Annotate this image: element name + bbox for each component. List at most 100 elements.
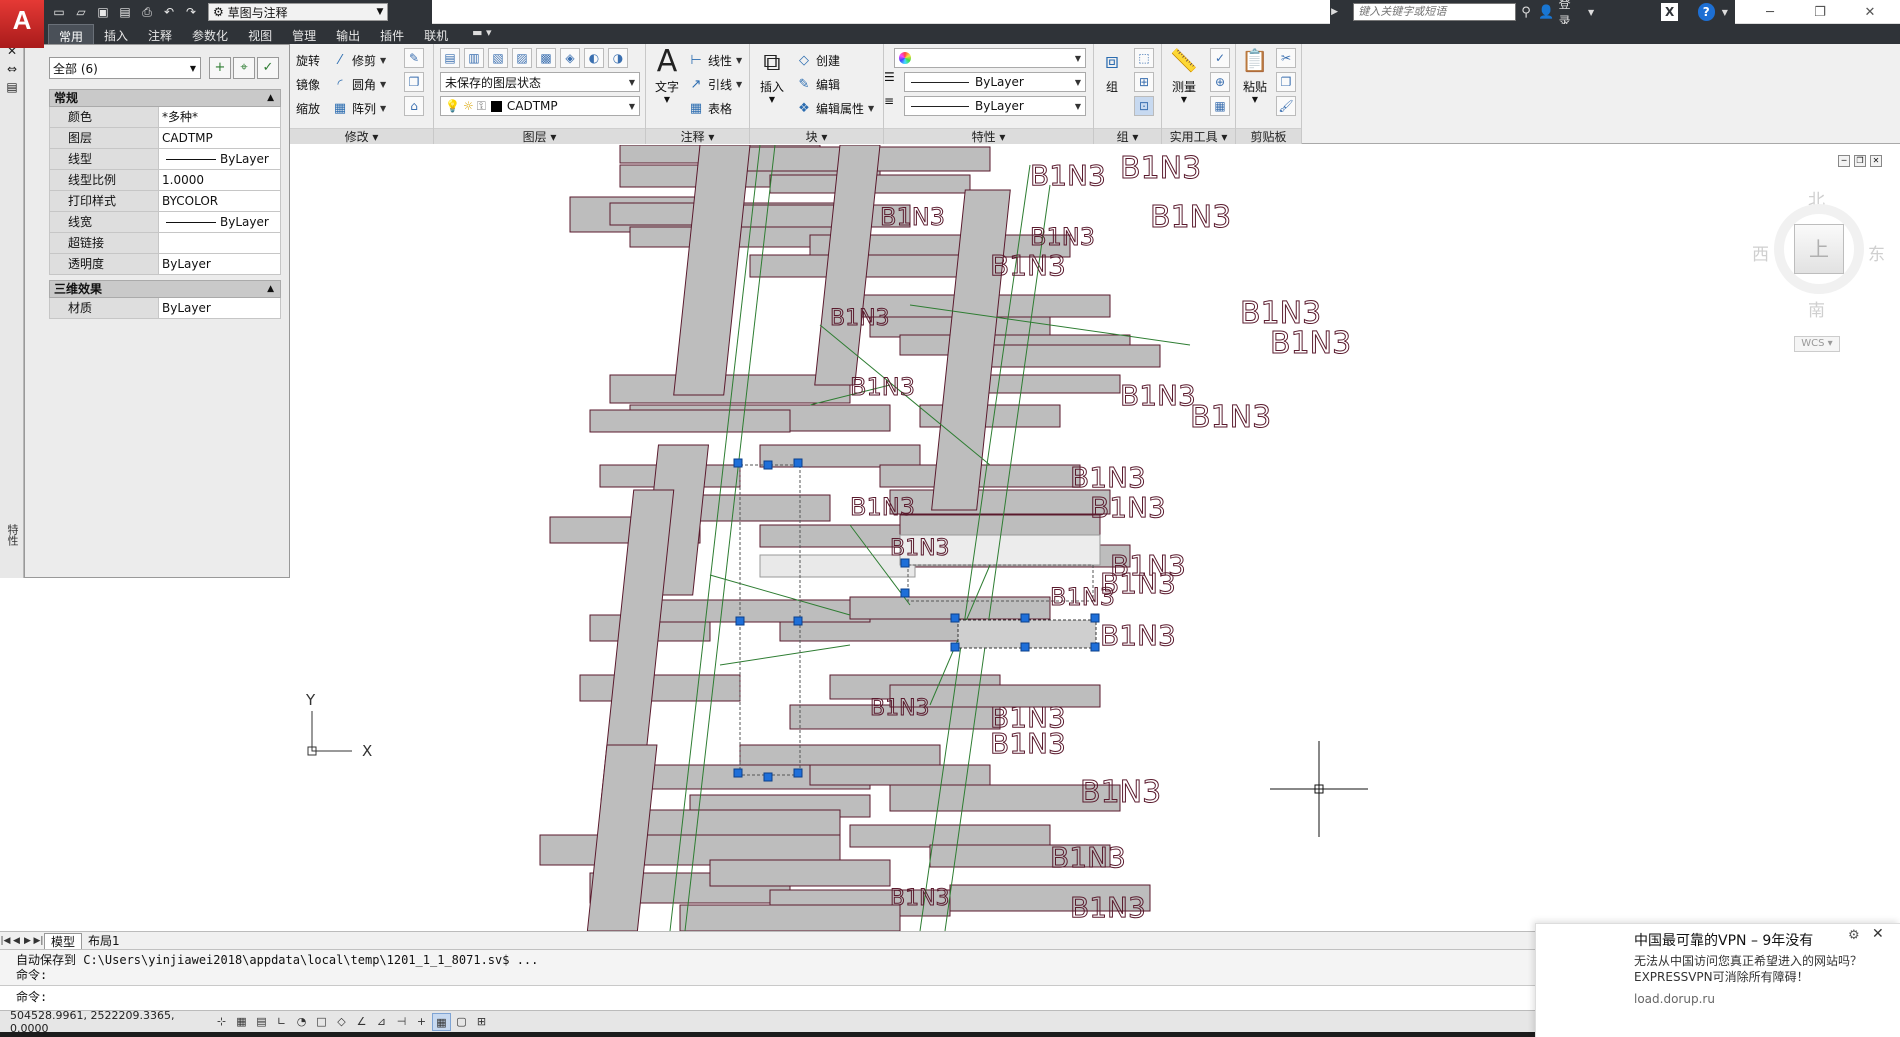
match-props-icon[interactable]: 🖌 [1276,96,1296,116]
next-tab-icon[interactable]: ▶ [22,936,33,946]
b1n3-label[interactable]: B1N3 [1070,461,1147,495]
layer-lock-icon[interactable]: ▩ [536,48,556,68]
b1n3-label[interactable]: B1N3 [990,249,1067,283]
last-tab-icon[interactable]: ▶| [33,936,44,946]
rotate-button[interactable]: 旋转 [296,52,320,69]
quick-props-icon[interactable]: ▢ [452,1013,471,1031]
toggle-pickadd-icon[interactable]: + [209,57,231,79]
layer-isolate-icon[interactable]: ▥ [464,48,484,68]
b1n3-label[interactable]: B1N3 [1070,891,1147,925]
b1n3-label[interactable]: B1N3 [990,727,1067,761]
ungroup-icon[interactable]: ⬚ [1134,48,1154,68]
grip-handle[interactable] [1020,613,1030,623]
b1n3-label[interactable]: B1N3 [850,493,916,522]
selection-select[interactable]: 全部 (6) ▼ [49,57,201,79]
panel-title-properties[interactable]: 特性 ▾ [884,128,1093,144]
block-rect[interactable] [759,444,921,468]
grip-handle[interactable] [900,588,910,598]
selection-cycling-icon[interactable]: ⊞ [472,1013,491,1031]
b1n3-label[interactable]: B1N3 [1090,491,1167,525]
copy-clip-icon[interactable]: ❐ [1276,72,1296,92]
b1n3-label[interactable]: B1N3 [1270,326,1352,362]
viewcube-south[interactable]: 南 [1808,296,1825,321]
wcs-menu[interactable]: WCS ▾ [1794,336,1840,352]
grip-handle[interactable] [793,616,803,626]
b1n3-label[interactable]: B1N3 [1030,223,1096,252]
ribbon-minimize-icon[interactable]: ▬ ▾ [472,24,491,44]
grip-handle[interactable] [793,768,803,778]
block-rect[interactable] [679,904,901,931]
prop-row-material[interactable]: 材质 ByLayer [49,298,281,319]
close-button[interactable]: ✕ [1845,0,1895,24]
layer-walk-icon[interactable]: ◑ [608,48,628,68]
prop-row-color[interactable]: 颜色 *多种* [49,107,281,128]
copy-icon[interactable]: ❐ [404,72,424,92]
block-rect[interactable] [849,596,1051,620]
panel-title-utilities[interactable]: 实用工具 ▾ [1162,128,1235,144]
notification-url[interactable]: load.dorup.ru [1634,992,1715,1006]
group-button[interactable]: ⧈ 组 [1096,46,1128,95]
grip-handle[interactable] [950,642,960,652]
category-general[interactable]: 常规 ▲ [49,89,281,107]
panel-title-annotation[interactable]: 注释 ▾ [646,128,749,144]
b1n3-label[interactable]: B1N3 [1120,379,1197,413]
layer-state-select[interactable]: 未保存的图层状态 ▼ [440,72,640,92]
quick-select-icon[interactable]: ✓ [257,57,279,79]
lineweight-select[interactable]: ByLayer ▼ [904,96,1086,116]
vpn-notification[interactable]: 中国最可靠的VPN – 9年没有 无法从中国访问您真正希望进入的网站吗？ EXP… [1535,923,1900,1037]
grip-handle[interactable] [733,768,743,778]
ucs-y-label[interactable]: Y [305,691,316,709]
chevron-down-icon[interactable]: ▼ [1715,1,1735,23]
color-select[interactable]: ▼ [894,48,1086,68]
print-icon[interactable]: ⎙ [136,3,158,21]
grip-handle[interactable] [793,458,803,468]
tab-online[interactable]: 联机 [414,24,458,44]
close-icon[interactable]: ✕ [1872,926,1884,942]
erase-icon[interactable]: ✎ [404,48,424,68]
gear-icon[interactable]: ⚙ [1848,928,1860,943]
viewport-restore-icon[interactable]: ❐ [1854,155,1866,167]
command-input[interactable]: 命令: [0,985,1535,1010]
prop-row-layer[interactable]: 图层 CADTMP [49,128,281,149]
exchange-apps-icon[interactable]: X [1661,3,1678,21]
offset-icon[interactable]: ⌂ [404,96,424,116]
mirror-button[interactable]: 镜像 [296,76,320,93]
tab-home[interactable]: 常用 [48,24,95,44]
polar-icon[interactable]: ◔ [292,1013,311,1031]
panel-title-layers[interactable]: 图层 ▾ [434,128,645,144]
b1n3-label[interactable]: B1N3 [1080,775,1162,811]
tab-parametric[interactable]: 参数化 [182,24,238,44]
trim-button[interactable]: ⁄ 修剪 ▼ [332,52,386,69]
prev-tab-icon[interactable]: ◀ [11,936,22,946]
binoculars-icon[interactable]: ⚲ [1516,1,1536,23]
b1n3-label[interactable]: B1N3 [1120,151,1202,187]
layer-off-icon[interactable]: ▨ [512,48,532,68]
grip-handle[interactable] [763,772,773,782]
grip-handle[interactable] [733,458,743,468]
category-3d-effects[interactable]: 三维效果 ▲ [49,280,281,298]
table-button[interactable]: ▦ 表格 [688,100,732,117]
block-rect[interactable] [609,374,851,404]
viewcube-west[interactable]: 西 [1752,240,1769,265]
dyn-input-icon[interactable]: ⊣ [392,1013,411,1031]
block-rect[interactable] [639,809,841,837]
ortho-icon[interactable]: ∟ [272,1013,291,1031]
tab-output[interactable]: 输出 [326,24,370,44]
application-menu-button[interactable]: A [0,0,44,48]
block-rect[interactable] [589,409,791,433]
save-as-icon[interactable]: ▤ [114,3,136,21]
panel-title-modify[interactable]: 修改 ▾ [290,128,433,144]
transparency-icon[interactable]: ▦ [432,1012,451,1031]
linetype-select[interactable]: ByLayer ▼ [904,72,1086,92]
redo-icon[interactable]: ↷ [180,3,202,21]
minimize-button[interactable]: ─ [1745,0,1795,24]
layer-select[interactable]: 💡 ☼ ⚿ CADTMP ▼ [440,96,640,116]
new-file-icon[interactable]: ▭ [48,3,70,21]
block-rect[interactable] [709,859,891,887]
select-objects-icon[interactable]: ⌖ [233,57,255,79]
chevron-down-icon[interactable]: ▼ [1581,1,1601,23]
save-icon[interactable]: ▣ [92,3,114,21]
leader-button[interactable]: ↗ 引线 ▼ [688,76,743,93]
b1n3-label[interactable]: B1N3 [1050,583,1116,612]
expand-arrow-icon[interactable]: ▶ [1330,1,1339,23]
